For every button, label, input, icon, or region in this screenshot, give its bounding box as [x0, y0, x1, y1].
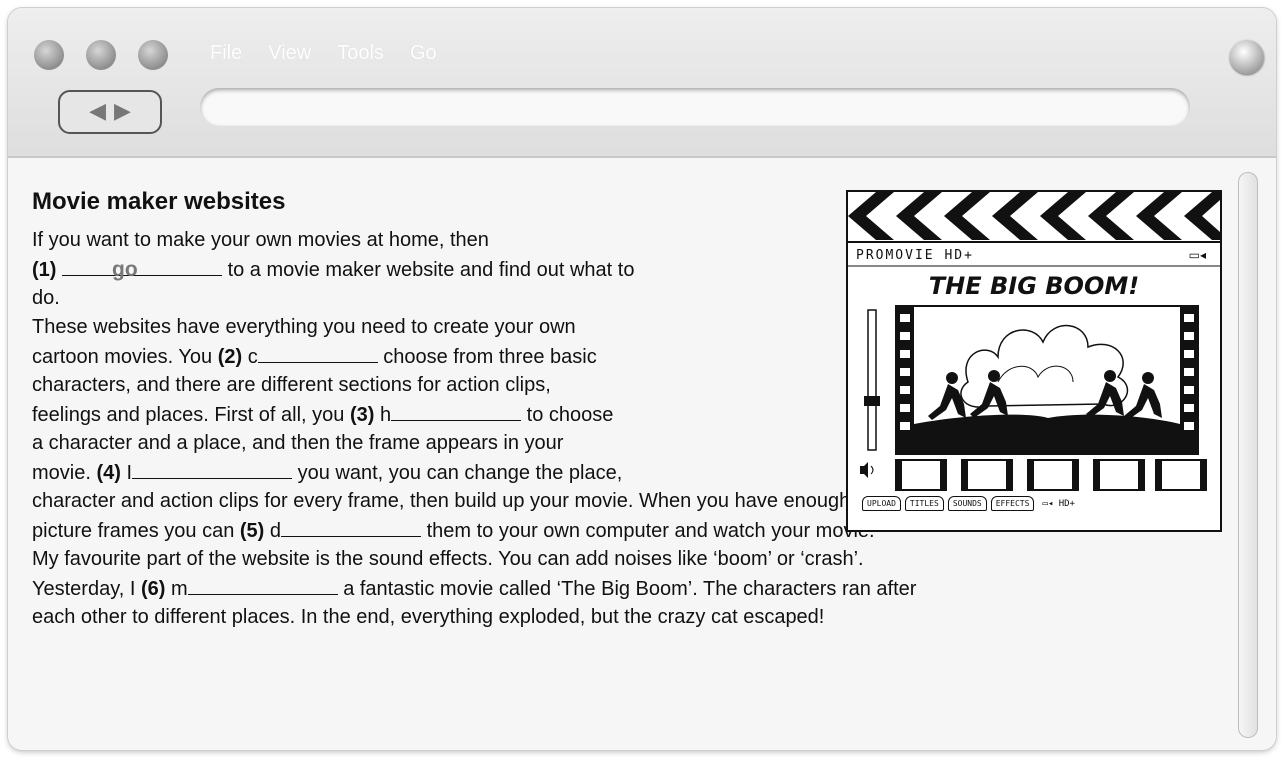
- tab-sounds: SOUNDS: [947, 496, 987, 511]
- text-segment: picture frames you can: [32, 520, 240, 542]
- text-line: Yesterday, I (6) m a fantastic movie cal…: [32, 574, 1212, 603]
- text-segment: character and action clips for every fra…: [32, 490, 851, 512]
- answer-blank[interactable]: [281, 516, 422, 537]
- article-title: Movie maker websites: [32, 188, 286, 215]
- camera-icon: ▭◂: [1188, 248, 1206, 262]
- menu-tools[interactable]: Tools: [337, 42, 384, 65]
- tab-upload: UPLOAD: [862, 496, 901, 511]
- browser-window: File View Tools Go ◀ ▶ Movie maker websi…: [8, 8, 1276, 750]
- window-minimize-button[interactable]: [86, 40, 116, 70]
- text-segment: m: [165, 578, 188, 600]
- text-line: each other to different places. In the e…: [32, 603, 1212, 632]
- back-forward-buttons[interactable]: ◀ ▶: [58, 90, 162, 134]
- text-segment: choose from three basic: [377, 346, 597, 368]
- text-segment: feelings and places. First of all, you: [32, 404, 350, 426]
- text-segment: them to your own computer and watch your…: [421, 520, 875, 542]
- question-number: (1): [32, 259, 57, 281]
- text-segment: I: [120, 462, 133, 484]
- text-segment: Yesterday, I: [32, 578, 141, 600]
- question-number: (5): [239, 520, 265, 542]
- window-close-button[interactable]: [34, 40, 64, 70]
- text-segment: d: [264, 520, 282, 542]
- movie-title: THE BIG BOOM!: [928, 272, 1140, 300]
- page-content: Movie maker websites If you want to make…: [8, 158, 1276, 750]
- text-segment: do.: [32, 287, 60, 309]
- answer-blank[interactable]: [391, 400, 522, 421]
- answer-blank[interactable]: [187, 574, 338, 595]
- clapperboard-icon: [848, 192, 1220, 491]
- answer-blank[interactable]: [257, 342, 378, 363]
- app-tabs: UPLOAD TITLES SOUNDS EFFECTS ▭◂ HD+: [862, 496, 1075, 511]
- app-brand: PROMOVIE HD+: [856, 248, 974, 263]
- address-bar[interactable]: [200, 88, 1190, 126]
- text-segment: cartoon movies. You: [32, 346, 218, 368]
- answer-blank[interactable]: [132, 458, 293, 479]
- text-segment: movie.: [32, 462, 97, 484]
- text-segment: These websites have everything you need …: [32, 316, 576, 338]
- text-segment: a fantastic movie called ‘The Big Boom’.…: [337, 578, 917, 600]
- question-number: (2): [217, 346, 243, 368]
- text-segment: to a movie maker website and find out wh…: [222, 259, 635, 281]
- movie-app-illustration: PROMOVIE HD+ ▭◂ THE BIG BOOM! UPLOAD TIT…: [846, 190, 1222, 532]
- menu-go[interactable]: Go: [410, 42, 437, 65]
- answer-blank[interactable]: go: [62, 255, 223, 281]
- menu-view[interactable]: View: [268, 42, 311, 65]
- text-segment: c: [242, 346, 258, 368]
- text-segment: If you want to make your own movies at h…: [32, 229, 489, 251]
- text-segment: a character and a place, and then the fr…: [32, 432, 564, 454]
- text-segment: h: [374, 404, 392, 426]
- text-segment: characters, and there are different sect…: [32, 374, 551, 396]
- window-maximize-button[interactable]: [138, 40, 168, 70]
- hd-label: ▭◂ HD+: [1042, 498, 1075, 509]
- speaker-icon: [860, 462, 874, 478]
- menu-file[interactable]: File: [210, 42, 242, 65]
- back-arrow-icon[interactable]: ◀: [89, 101, 106, 123]
- tab-effects: EFFECTS: [990, 496, 1035, 511]
- question-number: (6): [140, 578, 166, 600]
- scrollbar[interactable]: [1238, 172, 1258, 738]
- text-line: My favourite part of the website is the …: [32, 545, 1212, 574]
- text-segment: each other to different places. In the e…: [32, 606, 825, 628]
- question-number: (4): [96, 462, 121, 484]
- toolbar-toggle-button[interactable]: [1230, 40, 1264, 74]
- menu-bar: File View Tools Go: [210, 42, 437, 65]
- toolbar: File View Tools Go ◀ ▶: [8, 8, 1276, 158]
- question-number: (3): [349, 404, 375, 426]
- text-segment: My favourite part of the website is the …: [32, 548, 864, 570]
- forward-arrow-icon[interactable]: ▶: [114, 101, 131, 123]
- text-segment: you want, you can change the place,: [292, 462, 623, 484]
- tab-titles: TITLES: [904, 496, 944, 511]
- text-segment: to choose: [521, 404, 614, 426]
